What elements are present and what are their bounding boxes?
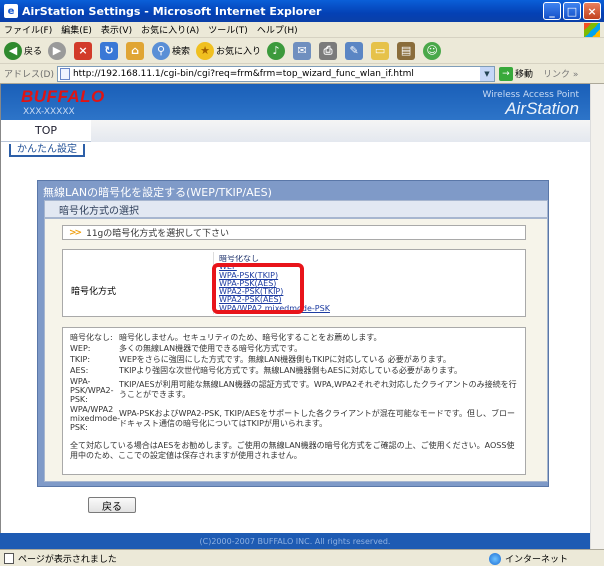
nav-strip (91, 120, 591, 142)
desc-key-wpa-psk: WPA-PSK/WPA2-PSK: (70, 377, 114, 404)
edit-button[interactable]: ✎ (345, 41, 365, 60)
menu-bar: ファイル(F) 編集(E) 表示(V) お気に入り(A) ツール(T) ヘルプ(… (0, 22, 604, 38)
address-input[interactable]: http://192.168.11.1/cgi-bin/cgi?req=frm&… (56, 65, 495, 82)
star-icon: ★ (196, 41, 215, 60)
mail-button[interactable]: ✉ (293, 41, 313, 60)
back-arrow-icon: ◀ (4, 41, 22, 60)
address-bar: アドレス(D) http://192.168.11.1/cgi-bin/cgi?… (0, 64, 604, 84)
stop-button[interactable]: × (74, 41, 94, 60)
print-icon: ⎙ (319, 41, 338, 60)
search-icon: ⚲ (152, 41, 171, 60)
globe-icon (488, 552, 501, 565)
stop-icon: × (74, 41, 93, 60)
back-page-button[interactable]: 戻る (88, 497, 136, 513)
aes-note: 全て対応している場合はAESをお勧めします。ご使用の無線LAN機器の暗号化方式を… (70, 441, 515, 460)
desc-key-tkip: TKIP: (70, 355, 91, 364)
model-name: XXX-XXXXX (23, 107, 75, 117)
media-button[interactable]: ♪ (267, 41, 287, 60)
messenger-icon: ☺ (423, 41, 442, 60)
refresh-button[interactable]: ↻ (100, 41, 120, 60)
menu-favorites[interactable]: お気に入り(A) (141, 23, 199, 36)
maximize-button[interactable]: □ (563, 2, 581, 20)
vertical-scrollbar[interactable] (590, 84, 604, 549)
messenger-button[interactable]: ☺ (423, 41, 443, 60)
status-page-icon (4, 552, 14, 564)
windows-logo-icon (584, 23, 600, 37)
status-text: ページが表示されました (18, 554, 117, 565)
search-label: 検索 (172, 47, 191, 57)
address-url: http://192.168.11.1/cgi-bin/cgi?req=frm&… (72, 68, 414, 79)
refresh-icon: ↻ (100, 41, 119, 60)
favorites-label: お気に入り (216, 47, 262, 57)
desc-key-mixed: WPA/WPA2 mixedmode-PSK: (70, 405, 121, 432)
desc-key-wep: WEP: (70, 344, 91, 353)
tab-top[interactable]: TOP (1, 120, 91, 142)
edit-icon: ✎ (345, 41, 364, 60)
desc-val-none: 暗号化しません。セキュリティのため、暗号化することをお薦めします。 (119, 333, 382, 342)
desc-val-tkip: WEPをさらに強固にした方式です。無線LAN機器側もTKIPに対応している 必要… (119, 355, 451, 364)
zone-label: インターネット (504, 555, 568, 565)
encryption-label: 暗号化方式 (71, 287, 117, 297)
research-icon: ▤ (397, 41, 416, 60)
menu-tools[interactable]: ツール(T) (208, 23, 248, 36)
menu-edit[interactable]: 編集(E) (61, 23, 92, 36)
desc-key-aes: AES: (70, 366, 89, 375)
section-title: 暗号化方式の選択 (44, 200, 548, 218)
double-arrow-icon: >> (69, 227, 82, 238)
desc-val-aes: TKIPより強固な次世代暗号化方式です。無線LAN機器側もAESに対応している必… (119, 366, 463, 375)
home-icon: ⌂ (126, 41, 145, 60)
research-button[interactable]: ▤ (397, 41, 417, 60)
page-header: BUFFALO XXX-XXXXX Wireless Access Point … (1, 84, 591, 120)
folder-button[interactable]: ▭ (371, 41, 391, 60)
subnav-easy-setup[interactable]: かんたん設定 (9, 144, 85, 157)
favorites-button[interactable]: ★ お気に入り (196, 41, 262, 60)
links-label[interactable]: リンク » (543, 67, 578, 80)
minimize-button[interactable]: _ (543, 2, 561, 20)
panel-title: 無線LANの暗号化を設定する(WEP/TKIP/AES) (43, 186, 272, 199)
forward-arrow-icon: ▶ (48, 41, 67, 60)
security-zone: インターネット (488, 552, 568, 565)
toolbar: ◀ 戻る ▶ × ↻ ⌂ ⚲ 検索 ★ お気に入り ♪ ✉ ⎙ ✎ ▭ ▤ ☺ (0, 38, 604, 64)
home-button[interactable]: ⌂ (126, 41, 146, 60)
instruction-row: >> 11gの暗号化方式を選択して下さい (62, 225, 526, 240)
desc-key-none: 暗号化なし: (70, 333, 113, 342)
menu-view[interactable]: 表示(V) (101, 23, 132, 36)
status-bar: ページが表示されました インターネット (0, 549, 604, 566)
search-button[interactable]: ⚲ 検索 (152, 41, 191, 60)
instruction-text: 11gの暗号化方式を選択して下さい (86, 229, 229, 239)
window-title: AirStation Settings - Microsoft Internet… (22, 4, 322, 18)
footer: (C)2000-2007 BUFFALO INC. All rights res… (0, 533, 590, 549)
buffalo-logo: BUFFALO (21, 87, 105, 106)
go-label: 移動 (514, 70, 533, 80)
back-label: 戻る (24, 47, 43, 57)
back-button[interactable]: ◀ 戻る (4, 41, 43, 60)
description-table: 暗号化なし: 暗号化しません。セキュリティのため、暗号化することをお薦めします。… (62, 327, 526, 475)
desc-val-wep: 多くの無線LAN機器で使用できる暗号化方式です。 (119, 344, 303, 353)
highlight-box (212, 263, 304, 314)
address-dropdown-icon[interactable]: ▼ (479, 66, 494, 81)
forward-button[interactable]: ▶ (48, 41, 68, 60)
mail-icon: ✉ (293, 41, 312, 60)
close-button[interactable]: × (583, 2, 601, 20)
go-arrow-icon: → (498, 66, 513, 81)
ie-icon: e (4, 4, 18, 18)
folder-icon: ▭ (371, 41, 390, 60)
desc-val-wpa-psk: TKIP/AESが利用可能な無線LAN機器の認証方式です。WPA,WPA2それぞ… (119, 380, 517, 399)
desc-val-mixed: WPA-PSKおよびWPA2-PSK, TKIP/AESをサポートした各クライア… (119, 409, 515, 428)
media-icon: ♪ (267, 41, 286, 60)
menu-file[interactable]: ファイル(F) (4, 23, 52, 36)
menu-help[interactable]: ヘルプ(H) (257, 23, 298, 36)
go-button[interactable]: → 移動 (498, 66, 533, 81)
page-icon (59, 67, 70, 80)
airstation-brand: AirStation (505, 99, 579, 118)
title-bar: e AirStation Settings - Microsoft Intern… (0, 0, 604, 22)
print-button[interactable]: ⎙ (319, 41, 339, 60)
address-label: アドレス(D) (4, 70, 54, 80)
